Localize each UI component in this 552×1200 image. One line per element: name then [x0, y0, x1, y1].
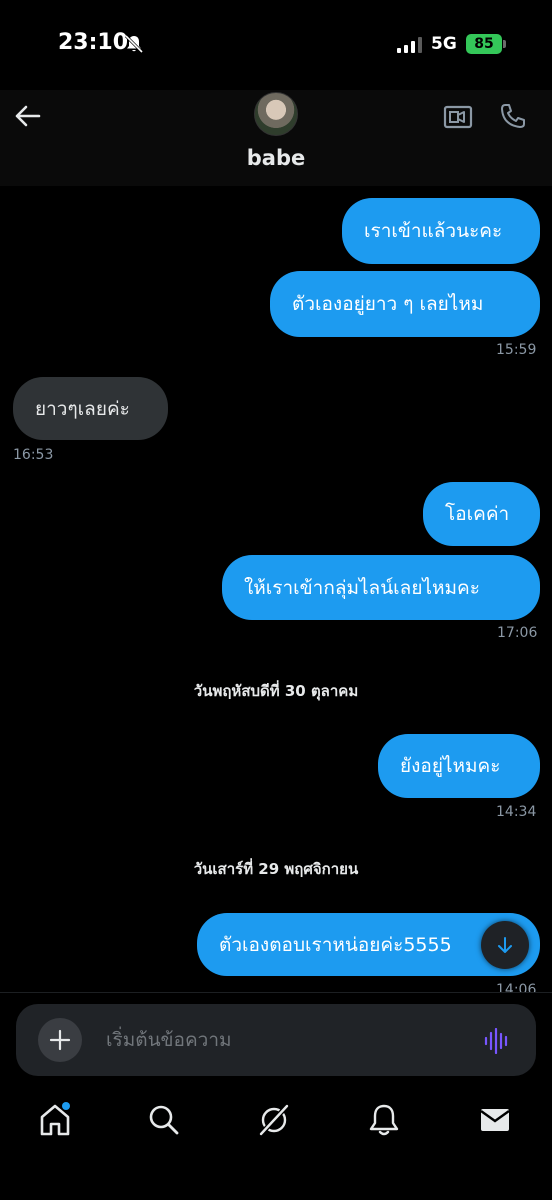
- date-separator: วันพฤหัสบดีที่ 30 ตุลาคม: [193, 682, 359, 700]
- message-input[interactable]: [106, 1024, 466, 1056]
- voice-message-icon[interactable]: [484, 1028, 510, 1054]
- message-time: 14:34: [496, 804, 537, 820]
- message-time: 16:53: [13, 447, 54, 463]
- add-attachment-button[interactable]: [38, 1018, 82, 1062]
- battery-tip: [503, 40, 506, 48]
- search-icon[interactable]: [146, 1102, 182, 1138]
- back-arrow-icon[interactable]: [14, 102, 42, 130]
- bottom-navigation: [0, 1086, 552, 1200]
- battery-indicator: 85: [466, 34, 502, 54]
- bell-icon[interactable]: [366, 1102, 402, 1138]
- video-call-icon[interactable]: [443, 102, 473, 130]
- signal-icon: [397, 37, 422, 53]
- composer: [16, 1004, 536, 1076]
- phone-icon[interactable]: [499, 102, 527, 130]
- bell-off-icon: [124, 34, 144, 54]
- message-outgoing[interactable]: ให้เราเข้ากลุ่มไลน์เลยไหมคะ: [222, 555, 540, 620]
- conversation-header: babe: [0, 90, 552, 186]
- date-separator: วันเสาร์ที่ 29 พฤศจิกายน: [193, 860, 359, 878]
- plus-icon: [49, 1029, 71, 1051]
- message-time: 15:59: [496, 342, 537, 358]
- network-type: 5G: [431, 34, 457, 54]
- avatar[interactable]: [254, 92, 298, 136]
- message-outgoing[interactable]: ยังอยู่ไหมคะ: [378, 734, 540, 798]
- scroll-to-bottom-button[interactable]: [481, 921, 529, 969]
- arrow-down-icon: [498, 937, 512, 953]
- status-bar: 23:10 5G 85: [0, 0, 552, 90]
- status-time: 23:10: [58, 30, 129, 55]
- message-outgoing[interactable]: ตัวเองอยู่ยาว ๆ เลยไหม: [270, 271, 540, 337]
- message-outgoing[interactable]: โอเคค่า: [423, 482, 540, 546]
- grok-icon[interactable]: [256, 1102, 292, 1138]
- unread-indicator: [62, 1102, 70, 1110]
- message-outgoing[interactable]: เราเข้าแล้วนะคะ: [342, 198, 540, 264]
- message-incoming[interactable]: ยาวๆเลยค่ะ: [13, 377, 168, 440]
- composer-bar: [0, 992, 552, 1086]
- message-time: 17:06: [497, 625, 538, 641]
- mail-icon[interactable]: [477, 1102, 513, 1138]
- contact-name[interactable]: babe: [0, 146, 552, 170]
